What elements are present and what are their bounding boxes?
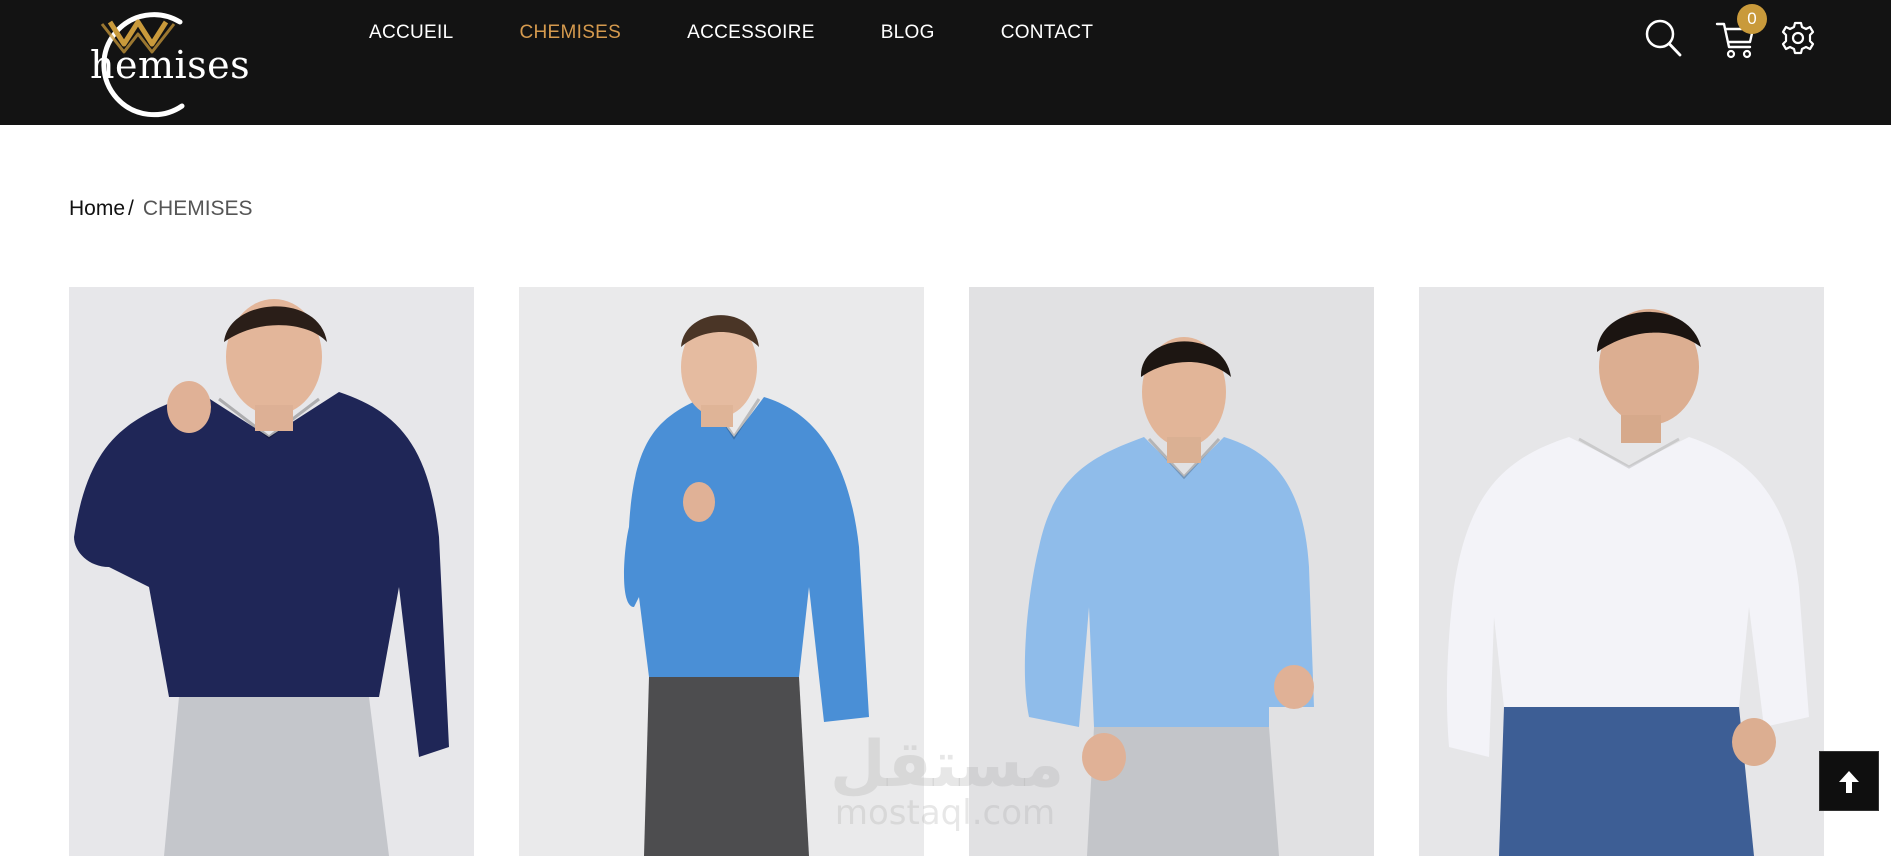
site-header: hemises ACCUEIL CHEMISES ACCESSOIRE BLOG… bbox=[0, 0, 1891, 125]
cart-count-badge: 0 bbox=[1737, 4, 1767, 34]
settings-button[interactable] bbox=[1781, 20, 1815, 60]
nav-item-accessoire[interactable]: ACCESSOIRE bbox=[687, 22, 815, 44]
logo-text: hemises bbox=[90, 43, 251, 87]
product-card[interactable] bbox=[969, 287, 1374, 856]
main-nav: ACCUEIL CHEMISES ACCESSOIRE BLOG CONTACT bbox=[369, 22, 1159, 44]
site-logo[interactable]: hemises bbox=[72, 8, 251, 120]
nav-item-accueil[interactable]: ACCUEIL bbox=[369, 22, 453, 44]
breadcrumb-home-link[interactable]: Home bbox=[69, 196, 125, 222]
product-image bbox=[969, 287, 1374, 856]
nav-item-contact[interactable]: CONTACT bbox=[1001, 22, 1094, 44]
search-icon bbox=[1645, 19, 1682, 57]
product-image bbox=[69, 287, 474, 856]
breadcrumb-current: CHEMISES bbox=[142, 197, 253, 220]
search-button[interactable] bbox=[1645, 18, 1683, 58]
nav-item-chemises[interactable]: CHEMISES bbox=[519, 22, 621, 44]
product-grid bbox=[69, 287, 1824, 856]
product-image bbox=[519, 287, 924, 856]
back-to-top-button[interactable] bbox=[1819, 751, 1879, 811]
nav-item-blog[interactable]: BLOG bbox=[881, 22, 935, 44]
product-image bbox=[1419, 287, 1824, 856]
breadcrumb: Home / CHEMISES bbox=[69, 196, 253, 222]
cart-button[interactable]: 0 bbox=[1715, 4, 1767, 60]
product-card[interactable] bbox=[69, 287, 474, 856]
arrow-up-icon bbox=[1839, 771, 1859, 793]
gear-icon bbox=[1781, 21, 1815, 55]
product-card[interactable] bbox=[1419, 287, 1824, 856]
product-card[interactable] bbox=[519, 287, 924, 856]
breadcrumb-separator: / bbox=[128, 197, 134, 220]
